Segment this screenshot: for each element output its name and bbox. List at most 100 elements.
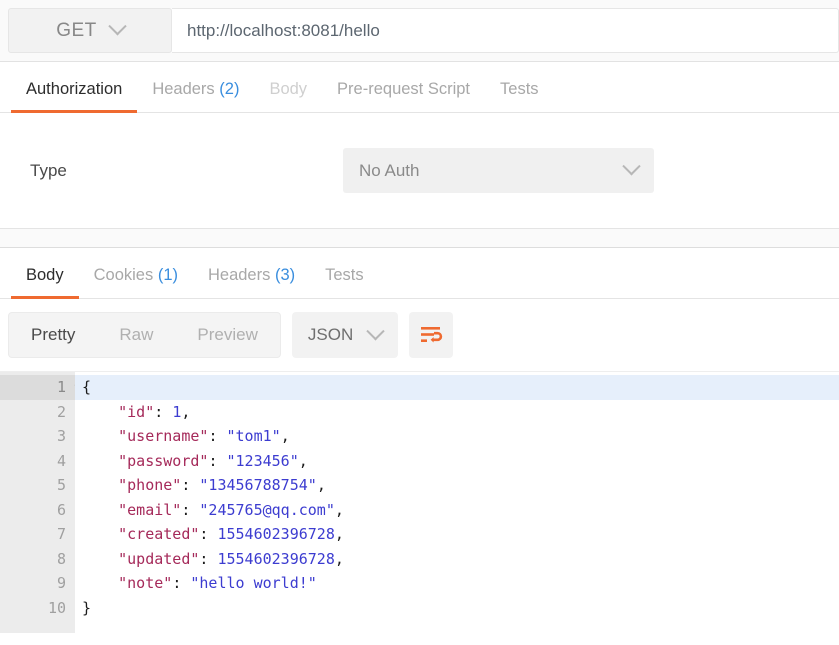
format-option-pretty[interactable]: Pretty	[9, 313, 97, 357]
format-option-preview[interactable]: Preview	[175, 313, 279, 357]
code-token-str: "tom1"	[226, 427, 281, 445]
code-token-pun: :	[199, 549, 218, 568]
code-token-pun	[82, 550, 118, 568]
code-line: {	[75, 375, 839, 400]
chevron-down-icon	[108, 17, 127, 36]
code-token-pun: ,	[181, 402, 191, 421]
line-number: 7	[56, 525, 66, 543]
code-token-pun	[82, 427, 118, 445]
code-token-pun	[82, 574, 118, 592]
response-format-group: Pretty Raw Preview	[8, 312, 281, 358]
code-token-pun: }	[82, 598, 92, 617]
code-line: "phone": "13456788754",	[75, 473, 839, 498]
line-number: 4	[56, 451, 66, 470]
tab-label: Tests	[500, 80, 539, 98]
response-tab-cookies[interactable]: Cookies (1)	[79, 266, 193, 298]
response-language-dropdown[interactable]: JSON	[291, 312, 399, 358]
code-token-key: "created"	[118, 525, 200, 543]
request-tab-strip: Authorization Headers (2) Body Pre-request …	[0, 62, 839, 113]
code-token-key: "email"	[118, 500, 182, 519]
authorization-panel: Type No Auth	[0, 113, 839, 228]
code-token-num: 1554602396728	[217, 525, 335, 543]
code-token-pun: :	[172, 574, 191, 592]
tab-label: Cookies	[93, 266, 154, 284]
auth-type-value: No Auth	[359, 160, 420, 180]
code-line: "updated": 1554602396728,	[75, 547, 839, 572]
code-token-str: "hello world!"	[190, 574, 317, 592]
request-tab-headers[interactable]: Headers (2)	[137, 80, 254, 112]
response-language-value: JSON	[307, 325, 354, 344]
tab-count-badge: (3)	[270, 266, 296, 284]
auth-type-dropdown[interactable]: No Auth	[343, 148, 654, 193]
code-token-key: "password"	[118, 451, 209, 470]
code-token-num: 1	[172, 402, 182, 421]
code-token-key: "note"	[118, 574, 173, 592]
response-tab-headers[interactable]: Headers (3)	[193, 266, 310, 298]
word-wrap-toggle-button[interactable]	[409, 312, 454, 358]
chevron-down-icon	[366, 321, 385, 340]
code-token-pun: ,	[316, 476, 326, 494]
code-token-pun	[82, 452, 118, 470]
code-line: "created": 1554602396728,	[75, 522, 839, 547]
line-number-gutter: 1▾ 2 3 4 5 6 7 8 9 10	[0, 372, 79, 633]
code-token-key: "updated"	[118, 549, 200, 568]
code-token-key: "username"	[118, 427, 209, 445]
code-token-pun: :	[181, 476, 200, 494]
code-token-pun	[82, 476, 118, 494]
code-token-pun: ,	[334, 549, 344, 568]
request-tab-pre-request-script[interactable]: Pre-request Script	[322, 80, 485, 112]
code-line: "id": 1,	[75, 400, 839, 425]
auth-type-label: Type	[30, 160, 67, 180]
tab-label: Pre-request Script	[337, 80, 471, 98]
response-tab-tests[interactable]: Tests	[310, 266, 379, 298]
code-token-str: "123456"	[226, 451, 299, 470]
code-token-str: "245765@qq.com"	[199, 500, 335, 519]
request-url-input[interactable]	[185, 19, 838, 42]
code-line: "password": "123456",	[75, 449, 839, 474]
code-token-pun: :	[208, 427, 227, 445]
tab-label: Body	[269, 80, 308, 98]
response-body-code[interactable]: { "id": 1, "username": "tom1", "password…	[75, 372, 839, 633]
response-tab-body[interactable]: Body	[11, 266, 79, 299]
code-line: }	[75, 596, 839, 621]
code-token-pun: :	[208, 451, 227, 470]
code-line: "username": "tom1",	[75, 424, 839, 449]
code-token-pun: ,	[334, 500, 344, 519]
response-tab-strip: Body Cookies (1) Headers (3) Tests	[0, 248, 839, 299]
request-url-field-wrap[interactable]	[172, 8, 839, 53]
line-number: 9	[56, 574, 66, 592]
line-number: 2	[56, 402, 66, 421]
line-number: 8	[56, 549, 66, 568]
line-number: 5	[56, 476, 66, 494]
tab-label: Authorization	[26, 80, 123, 98]
format-option-raw[interactable]: Raw	[97, 313, 175, 357]
tab-label: Body	[26, 266, 64, 284]
code-token-pun: :	[199, 525, 218, 543]
panel-divider	[0, 228, 839, 248]
code-token-pun: ,	[298, 451, 308, 470]
code-token-pun	[82, 403, 118, 421]
code-token-pun: :	[181, 500, 200, 519]
http-method-dropdown[interactable]: GET	[8, 8, 172, 53]
chevron-down-icon	[622, 157, 641, 176]
code-line: "note": "hello world!"	[75, 571, 839, 596]
code-token-str: "13456788754"	[199, 476, 317, 494]
tab-count-badge: (2)	[214, 80, 240, 98]
tab-label: Headers	[152, 80, 215, 98]
request-url-bar: GET	[0, 0, 839, 62]
request-tab-body[interactable]: Body	[254, 80, 322, 112]
line-number: 6	[56, 500, 66, 519]
response-body-viewer[interactable]: 1▾ 2 3 4 5 6 7 8 9 10 { "id": 1, "username": "tom…	[0, 371, 839, 633]
word-wrap-icon	[421, 327, 443, 343]
line-number: 10	[47, 598, 66, 617]
code-token-pun: {	[82, 378, 92, 396]
response-toolbar: Pretty Raw Preview JSON	[0, 299, 839, 371]
code-token-num: 1554602396728	[217, 549, 335, 568]
line-number: 1▾	[0, 375, 79, 400]
request-tab-authorization[interactable]: Authorization	[11, 80, 138, 113]
code-token-pun	[82, 501, 118, 519]
request-tab-tests[interactable]: Tests	[485, 80, 554, 112]
code-token-pun: ,	[334, 525, 344, 543]
code-token-key: "id"	[118, 402, 155, 421]
tab-label: Headers	[207, 266, 271, 284]
